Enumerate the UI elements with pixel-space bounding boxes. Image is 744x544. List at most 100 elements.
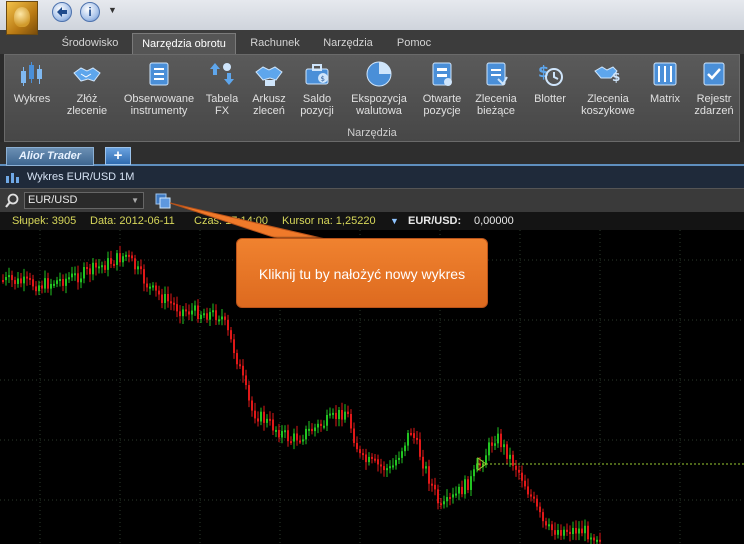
menu-tab-srodowisko[interactable]: Środowisko bbox=[52, 33, 128, 54]
status-bar-number: Słupek: 3905 bbox=[12, 215, 77, 227]
candle-body bbox=[197, 305, 199, 319]
back-arrow-icon[interactable] bbox=[52, 2, 72, 22]
info-button[interactable]: i bbox=[80, 2, 100, 22]
status-date: Data: 2012-06-11 bbox=[90, 215, 175, 227]
matrix-button[interactable]: Matrix bbox=[643, 59, 687, 105]
ribbon-group-label: Narzędzia bbox=[347, 127, 397, 139]
candle-body bbox=[389, 466, 391, 469]
candle-body bbox=[137, 266, 139, 270]
zlecenia-koszykowe-button[interactable]: $ Zlecenia koszykowe bbox=[577, 59, 639, 117]
callout-box: Kliknij tu by nałożyć nowy wykres bbox=[236, 238, 488, 308]
candle-body bbox=[497, 433, 499, 444]
ribbon: Wykres Złóż zlecenie Obserwowane instrum… bbox=[4, 54, 740, 142]
candle-body bbox=[71, 273, 73, 278]
candle-body bbox=[491, 442, 493, 446]
candle-body bbox=[218, 319, 220, 322]
candle-body bbox=[242, 365, 244, 376]
overlay-chart-icon[interactable] bbox=[154, 192, 172, 210]
status-cursor: Kursor na: 1,25220 bbox=[282, 215, 376, 227]
zloz-zlecenie-button[interactable]: Złóż zlecenie bbox=[61, 59, 113, 117]
candle-body bbox=[203, 313, 205, 316]
candle-body bbox=[56, 280, 58, 284]
candle-body bbox=[209, 312, 211, 320]
candle-body bbox=[230, 330, 232, 340]
candle-body bbox=[83, 267, 85, 279]
candle-body bbox=[32, 279, 34, 287]
tab-alior-trader[interactable]: Alior Trader bbox=[6, 147, 94, 166]
arkusz-zlecen-button[interactable]: Arkusz zleceń bbox=[247, 59, 291, 117]
candle-body bbox=[437, 489, 439, 504]
candle-body bbox=[419, 439, 421, 457]
ribbon-label-blotter: Blotter bbox=[534, 93, 566, 105]
candle-body bbox=[557, 530, 559, 535]
candle-body bbox=[338, 410, 340, 420]
candle-body bbox=[185, 309, 187, 312]
candle-body bbox=[98, 266, 100, 269]
tabela-fx-button[interactable]: Tabela FX bbox=[201, 59, 243, 117]
candle-body bbox=[434, 484, 436, 490]
menu-tab-narzedzia-obrotu[interactable]: Narzędzia obrotu bbox=[132, 33, 236, 54]
svg-text:$: $ bbox=[612, 70, 620, 84]
candle-body bbox=[65, 278, 67, 286]
candle-body bbox=[587, 525, 589, 540]
menu-tab-pomoc[interactable]: Pomoc bbox=[388, 33, 440, 54]
candle-body bbox=[407, 432, 409, 446]
ekspozycja-button[interactable]: Ekspozycja walutowa bbox=[345, 59, 413, 117]
candle-body bbox=[92, 262, 94, 275]
candle-body bbox=[569, 531, 571, 535]
candle-body bbox=[473, 469, 475, 477]
ribbon-label-arkusz: Arkusz zleceń bbox=[252, 93, 286, 117]
menu-tab-rachunek[interactable]: Rachunek bbox=[244, 33, 306, 54]
candle-body bbox=[350, 414, 352, 429]
candle-body bbox=[533, 496, 535, 499]
candle-body bbox=[110, 258, 112, 264]
candle-body bbox=[320, 423, 322, 426]
wykres-button[interactable]: Wykres bbox=[7, 59, 57, 105]
candle-body bbox=[509, 454, 511, 459]
ribbon-label-wykres: Wykres bbox=[13, 93, 51, 105]
candle-body bbox=[38, 285, 40, 292]
candle-body bbox=[455, 493, 457, 496]
instrument-select[interactable]: EUR/USD ▼ bbox=[24, 192, 144, 209]
menu-bar: Środowisko Narzędzia obrotu Rachunek Nar… bbox=[0, 30, 744, 54]
candle-body bbox=[431, 483, 433, 486]
blotter-clock-icon: $ bbox=[538, 62, 563, 86]
rejestr-zdarzen-button[interactable]: Rejestr zdarzeń bbox=[691, 59, 737, 117]
candle-body bbox=[170, 301, 172, 304]
search-icon[interactable] bbox=[4, 193, 20, 209]
quick-access-dropdown[interactable]: ▼ bbox=[108, 5, 117, 15]
candle-body bbox=[107, 258, 109, 270]
candle-body bbox=[545, 521, 547, 526]
candle-body bbox=[542, 512, 544, 522]
basket-orders-icon: $ bbox=[594, 66, 620, 84]
pair-dropdown-icon[interactable]: ▼ bbox=[390, 212, 399, 230]
candle-body bbox=[77, 273, 79, 283]
saldo-pozycji-button[interactable]: $ Saldo pozycji bbox=[295, 59, 339, 117]
app-logo-icon[interactable] bbox=[6, 1, 38, 35]
candle-body bbox=[41, 285, 43, 289]
candle-body bbox=[413, 433, 415, 438]
candle-body bbox=[290, 441, 292, 444]
candle-body bbox=[8, 275, 10, 278]
back-arrow-glyph bbox=[57, 7, 67, 17]
candle-body bbox=[344, 411, 346, 420]
candle-body bbox=[2, 280, 4, 282]
candle-body bbox=[179, 311, 181, 317]
handshake-icon bbox=[73, 67, 101, 82]
candle-body bbox=[494, 443, 496, 446]
candle-body bbox=[263, 411, 265, 423]
candle-body bbox=[131, 255, 133, 259]
menu-tab-narzedzia[interactable]: Narzędzia bbox=[314, 33, 382, 54]
candle-body bbox=[377, 459, 379, 465]
zlecenia-biezace-button[interactable]: Zlecenia bieżące bbox=[471, 59, 521, 117]
candle-body bbox=[254, 410, 256, 419]
candle-body bbox=[269, 418, 271, 421]
candle-body bbox=[164, 294, 166, 304]
obserwowane-button[interactable]: Obserwowane instrumenty bbox=[121, 59, 197, 117]
candle-body bbox=[266, 418, 268, 423]
blotter-button[interactable]: $ Blotter bbox=[527, 59, 573, 105]
otwarte-pozycje-button[interactable]: Otwarte pozycje bbox=[417, 59, 467, 117]
candle-body bbox=[161, 294, 163, 304]
add-tab-button[interactable]: + bbox=[105, 147, 131, 165]
chart-bars-icon bbox=[6, 173, 19, 183]
